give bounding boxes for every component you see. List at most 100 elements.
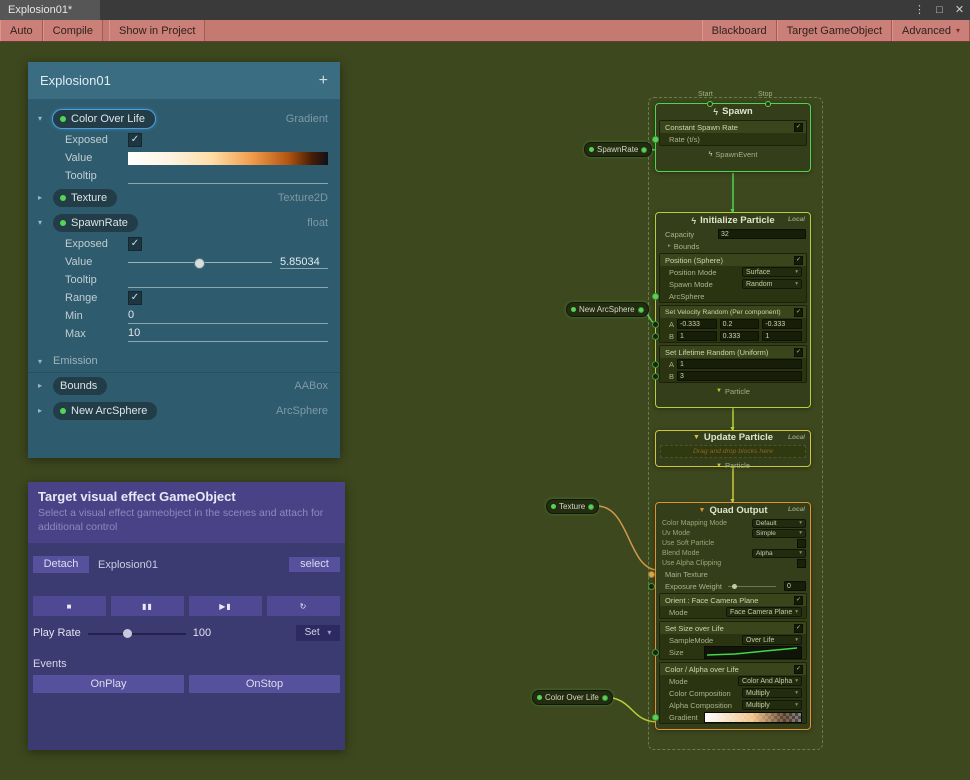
tooltip-field[interactable]: [128, 273, 328, 288]
rate-input-port[interactable]: [652, 136, 659, 143]
alpha-composition-dropdown[interactable]: Multiply ▾: [742, 700, 802, 710]
initialize-particle-context[interactable]: ▼ ϟ Initialize Particle Local Capacity 3…: [655, 212, 811, 408]
add-parameter-icon[interactable]: +: [319, 72, 328, 90]
chevron-right-icon[interactable]: ▸: [38, 193, 53, 202]
close-icon[interactable]: ✕: [952, 2, 967, 18]
block-enabled-checkbox[interactable]: ✓: [794, 123, 803, 132]
compile-button[interactable]: Compile: [43, 20, 103, 41]
a-input-port[interactable]: [652, 321, 659, 328]
restart-button[interactable]: ↻: [267, 596, 340, 616]
pause-button[interactable]: ▮▮: [111, 596, 184, 616]
min-field[interactable]: 0: [128, 309, 328, 324]
max-field[interactable]: 10: [128, 327, 328, 342]
maximize-icon[interactable]: □: [932, 2, 947, 18]
update-particle-context[interactable]: ▼ ▼ Update Particle Local Drag and drop …: [655, 430, 811, 467]
range-checkbox[interactable]: ✓: [128, 291, 142, 305]
document-tab[interactable]: Explosion01*: [0, 0, 100, 20]
b-z-field[interactable]: 1: [762, 331, 802, 341]
b-input-port[interactable]: [652, 333, 659, 340]
a-z-field[interactable]: -0.333: [762, 319, 802, 329]
value-field[interactable]: 5.85034: [280, 256, 328, 269]
advanced-menu-button[interactable]: Advanced ▾: [892, 20, 970, 41]
flow-input-port[interactable]: ▼: [729, 498, 736, 505]
arcsphere-input-port[interactable]: [652, 293, 659, 300]
exposed-checkbox[interactable]: ✓: [128, 133, 142, 147]
capacity-field[interactable]: 32: [718, 229, 806, 239]
auto-button[interactable]: Auto: [0, 20, 43, 41]
output-port[interactable]: [602, 695, 608, 701]
exposed-checkbox[interactable]: ✓: [128, 237, 142, 251]
flow-input-port[interactable]: ▼: [729, 208, 736, 215]
play-rate-value[interactable]: 100: [193, 627, 225, 639]
category-row-emission[interactable]: ▾ Emission: [28, 350, 340, 373]
exposure-weight-slider[interactable]: [728, 582, 776, 590]
space-tag[interactable]: Local: [788, 434, 805, 441]
block-header[interactable]: Constant Spawn Rate ✓: [660, 121, 806, 133]
use-soft-particle-checkbox[interactable]: [797, 539, 806, 548]
block-enabled-checkbox[interactable]: ✓: [794, 256, 803, 265]
blackboard-toggle-button[interactable]: Blackboard: [702, 20, 777, 41]
gradient-value-field[interactable]: [128, 152, 328, 165]
color-over-life-property-node[interactable]: Color Over Life: [532, 690, 613, 705]
texture-property-node[interactable]: Texture: [546, 499, 599, 514]
spawnrate-property-node[interactable]: SpawnRate: [584, 142, 652, 157]
exposure-weight-input-port[interactable]: [648, 583, 655, 590]
block-header[interactable]: Orient : Face Camera Plane ✓: [660, 594, 806, 606]
size-curve-field[interactable]: [704, 646, 802, 659]
new-arcsphere-property-node[interactable]: New ArcSphere: [566, 302, 649, 317]
output-port[interactable]: [588, 504, 594, 510]
select-button[interactable]: select: [289, 557, 340, 572]
play-rate-slider[interactable]: [88, 626, 186, 640]
spawn-context[interactable]: Start Stop ϟ Spawn Constant Spawn Rate ✓…: [655, 103, 811, 172]
chevron-down-icon[interactable]: ▾: [38, 357, 53, 366]
block-header[interactable]: Position (Sphere) ✓: [660, 254, 806, 266]
detach-button[interactable]: Detach: [33, 556, 89, 573]
chevron-right-icon[interactable]: ▸: [668, 243, 671, 249]
a-field[interactable]: 1: [677, 359, 802, 369]
block-enabled-checkbox[interactable]: ✓: [794, 665, 803, 674]
a-input-port[interactable]: [652, 361, 659, 368]
tooltip-field[interactable]: [128, 169, 328, 184]
block-enabled-checkbox[interactable]: ✓: [794, 308, 803, 317]
param-pill-new-arcsphere[interactable]: New ArcSphere: [53, 402, 157, 420]
set-rate-button[interactable]: Set ▾: [296, 625, 340, 641]
output-port[interactable]: [638, 307, 644, 313]
param-row-color-over-life[interactable]: ▾ Color Over Life Gradient: [28, 106, 340, 131]
stop-port[interactable]: [765, 101, 771, 107]
chevron-down-icon[interactable]: ▾: [38, 218, 53, 227]
window-menu-icon[interactable]: ⋮: [912, 2, 927, 18]
set-lifetime-random-block[interactable]: Set Lifetime Random (Uniform) ✓ A 1 B 3: [659, 345, 807, 383]
block-enabled-checkbox[interactable]: ✓: [794, 596, 803, 605]
initialize-title-bar[interactable]: ϟ Initialize Particle Local: [656, 213, 810, 228]
particle-output[interactable]: ▼ Particle: [656, 385, 810, 397]
chevron-right-icon[interactable]: ▸: [38, 406, 53, 415]
block-enabled-checkbox[interactable]: ✓: [794, 624, 803, 633]
spawn-event-output[interactable]: ϟ SpawnEvent: [656, 148, 810, 160]
orient-block[interactable]: Orient : Face Camera Plane ✓ Mode Face C…: [659, 593, 807, 619]
orient-mode-dropdown[interactable]: Face Camera Plane ▾: [726, 607, 802, 617]
value-slider[interactable]: [128, 255, 272, 269]
main-texture-input-port[interactable]: [648, 571, 655, 578]
onstop-button[interactable]: OnStop: [189, 675, 340, 693]
block-header[interactable]: Color / Alpha over Life ✓: [660, 663, 806, 675]
output-port[interactable]: [641, 147, 647, 153]
quad-output-context[interactable]: ▼ ▼ Quad Output Local Color Mapping Mode…: [655, 502, 811, 730]
uv-mode-dropdown[interactable]: Simple ▾: [752, 529, 806, 538]
spawn-mode-dropdown[interactable]: Random ▾: [742, 279, 802, 289]
target-gameobject-toggle-button[interactable]: Target GameObject: [777, 20, 892, 41]
set-velocity-random-block[interactable]: Set Velocity Random (Per component) ✓ A …: [659, 305, 807, 343]
blend-mode-dropdown[interactable]: Alpha ▾: [752, 549, 806, 558]
chevron-down-icon[interactable]: ▾: [38, 114, 53, 123]
b-x-field[interactable]: 1: [677, 331, 717, 341]
step-button[interactable]: ▶▮: [189, 596, 262, 616]
param-pill-spawnrate[interactable]: SpawnRate: [53, 214, 138, 232]
position-sphere-block[interactable]: Position (Sphere) ✓ Position Mode Surfac…: [659, 253, 807, 303]
param-row-bounds[interactable]: ▸ Bounds AABox: [28, 373, 340, 398]
show-in-project-button[interactable]: Show in Project: [109, 20, 205, 41]
block-header[interactable]: Set Lifetime Random (Uniform) ✓: [660, 346, 806, 358]
flow-input-port[interactable]: ▼: [729, 426, 736, 433]
sample-mode-dropdown[interactable]: Over Life ▾: [742, 635, 802, 645]
b-field[interactable]: 3: [677, 371, 802, 381]
spawn-title-bar[interactable]: ϟ Spawn: [656, 104, 810, 119]
param-pill-bounds[interactable]: Bounds: [53, 377, 107, 395]
